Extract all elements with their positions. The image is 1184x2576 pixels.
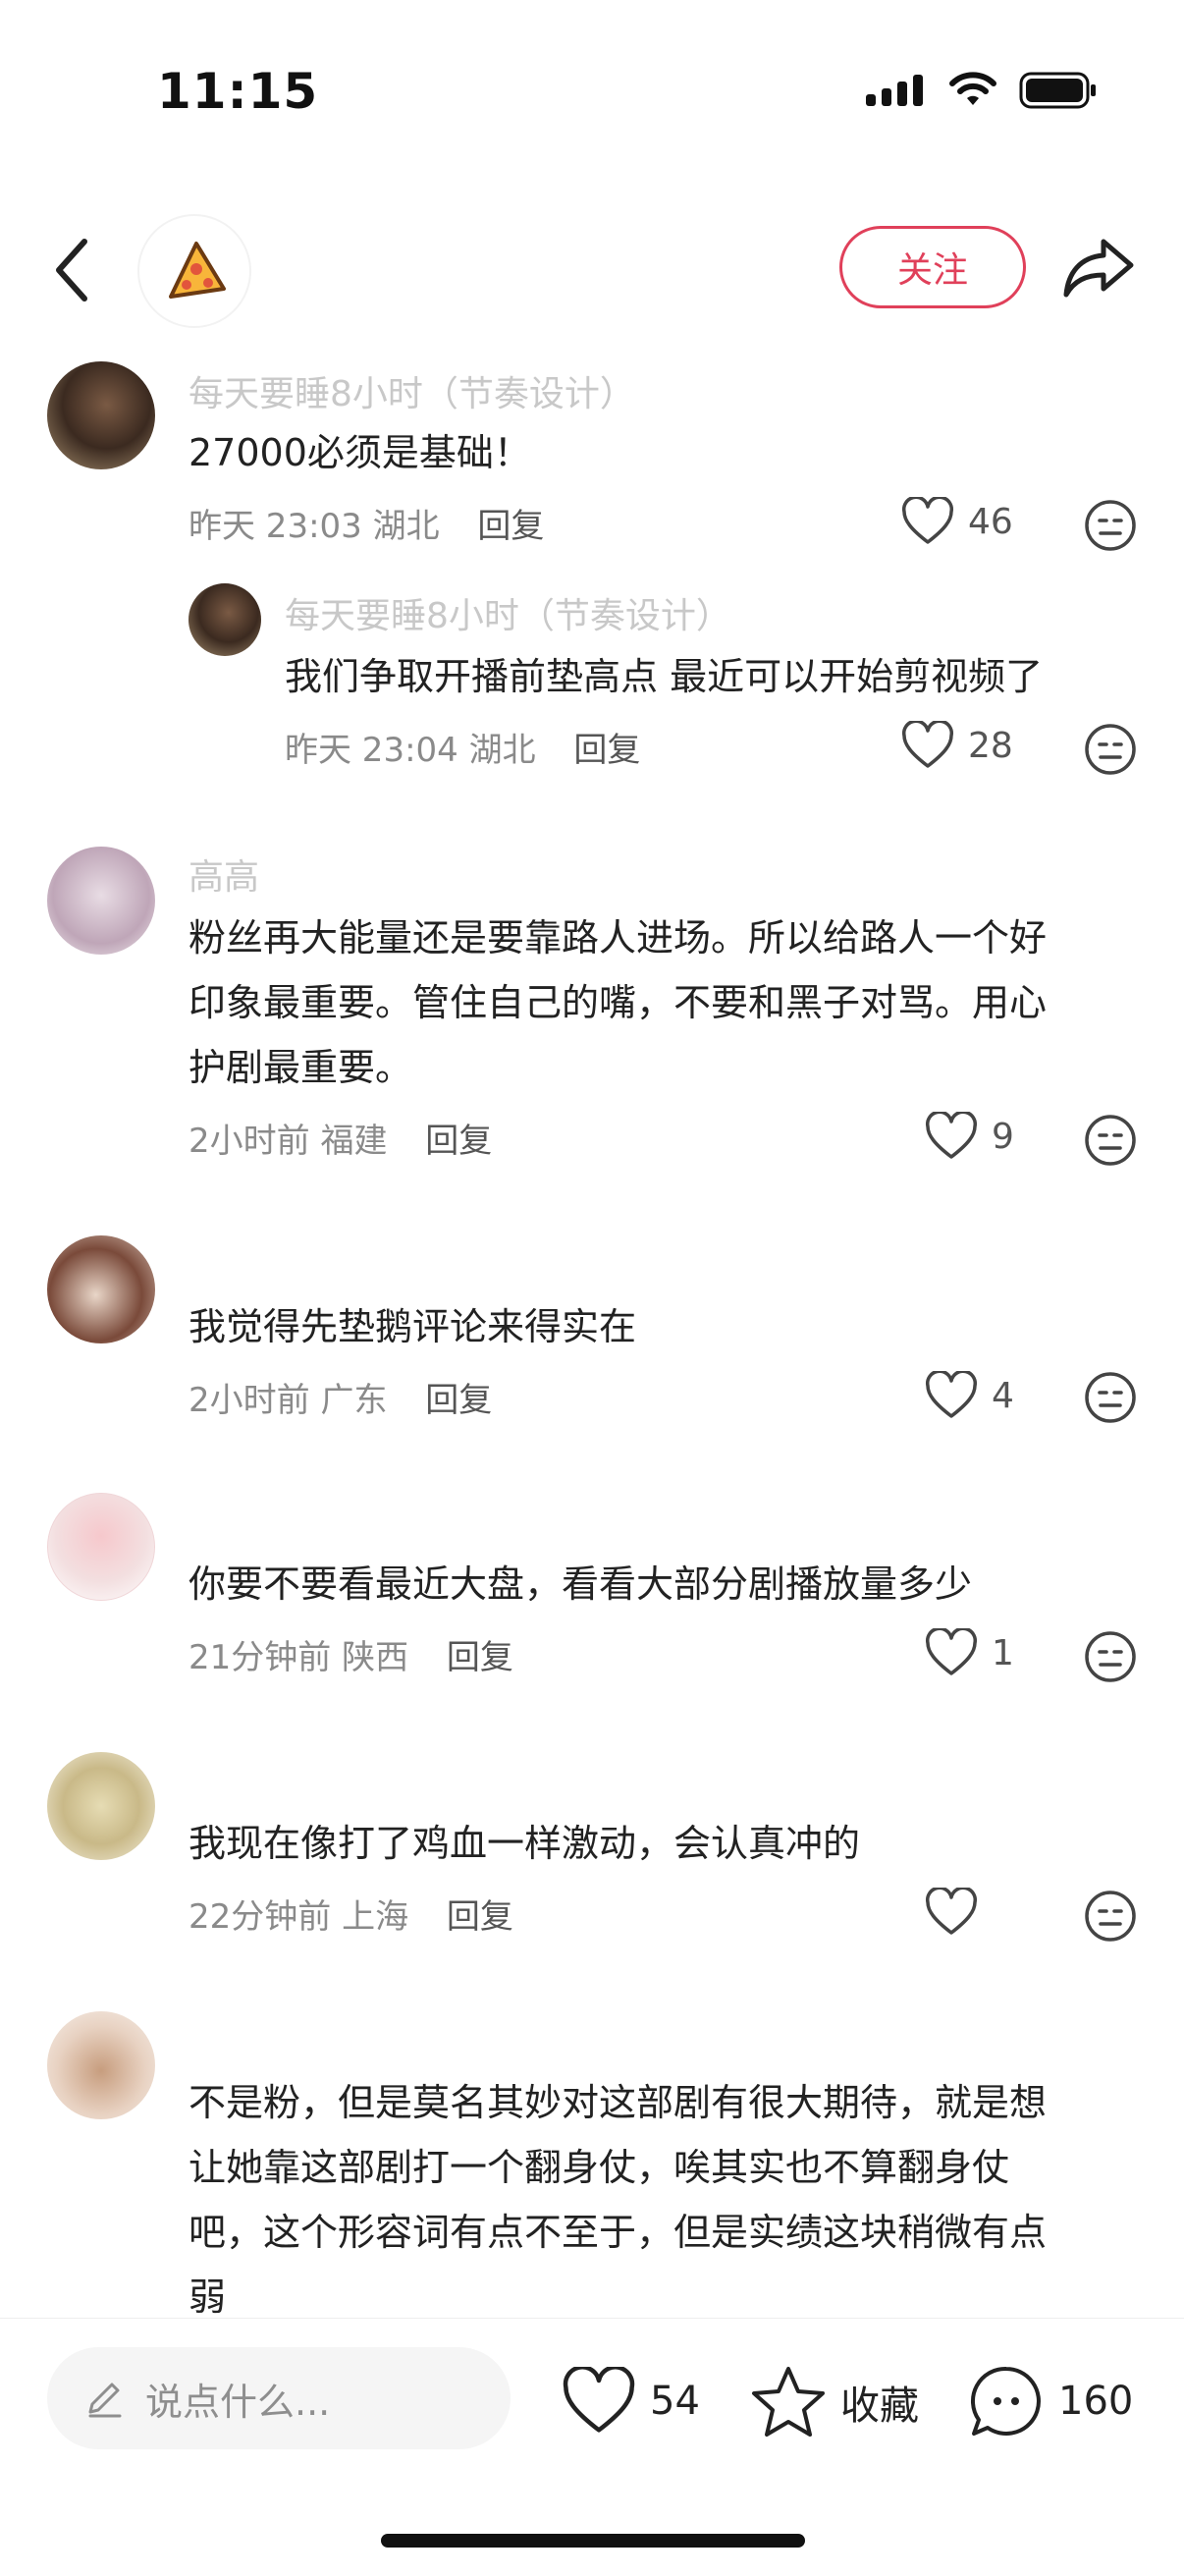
meh-face-icon[interactable] [1084, 499, 1137, 552]
post-like-count: 54 [650, 2379, 700, 2424]
heart-icon [926, 1112, 977, 1159]
avatar[interactable] [47, 1752, 155, 1860]
comment-meta: 昨天 23:03 湖北 回复 [188, 499, 544, 547]
comment-time: 昨天 23:03 [188, 507, 362, 546]
follow-button[interactable]: 关注 [839, 226, 1026, 308]
comment-meta: 2小时前 福建 回复 [188, 1114, 492, 1162]
reply-button[interactable]: 回复 [447, 1897, 513, 1937]
like-count: 46 [968, 501, 1013, 542]
like-button[interactable]: 46 [901, 497, 1013, 546]
heart-icon [902, 721, 953, 768]
comment-meta: 21分钟前 陕西 回复 [188, 1630, 513, 1678]
heart-icon [926, 1628, 977, 1675]
star-icon [752, 2367, 825, 2437]
like-button[interactable]: 9 [925, 1112, 1014, 1161]
comment-username[interactable]: 每天要睡8小时（节奏设计） [188, 365, 699, 416]
like-button[interactable]: 28 [901, 721, 1013, 770]
like-button[interactable]: 1 [925, 1628, 1014, 1677]
reply-button[interactable]: 回复 [447, 1638, 513, 1677]
comment-location: 湖北 [468, 731, 536, 770]
avatar[interactable] [47, 1235, 155, 1343]
avatar[interactable] [47, 2011, 155, 2119]
meh-face-icon[interactable] [1084, 1890, 1137, 1943]
comment-text-line: 不是粉，但是莫名其妙对这部剧有很大期待，就是想 [188, 2081, 1048, 2124]
comment-location: 上海 [342, 1897, 409, 1937]
reply-button[interactable]: 回复 [425, 1122, 492, 1161]
like-count: 4 [992, 1375, 1014, 1416]
meh-face-icon[interactable] [1084, 1371, 1137, 1424]
comment-location: 湖北 [372, 507, 440, 546]
heart-icon [926, 1371, 977, 1418]
heart-icon [926, 1888, 977, 1935]
like-post-button[interactable]: 54 [562, 2367, 700, 2436]
pencil-icon [88, 2383, 122, 2418]
back-chevron-icon[interactable] [51, 236, 90, 304]
comment-count: 160 [1058, 2379, 1134, 2424]
heart-icon [902, 497, 953, 544]
comment-input-placeholder: 说点什么... [145, 2380, 331, 2424]
comment-text-line: 让她靠这部剧打一个翻身仗，唉其实也不算翻身仗 [188, 2146, 1010, 2189]
favorite-label: 收藏 [840, 2384, 919, 2429]
comment-text-line: 护剧最重要。 [188, 1046, 413, 1089]
wifi-icon [949, 72, 996, 105]
like-button[interactable]: 4 [925, 1371, 1014, 1420]
comment-username[interactable]: 每天要睡8小时（节奏设计） [285, 587, 756, 638]
avatar[interactable] [47, 1493, 155, 1601]
comment-meta: 昨天 23:04 湖北 回复 [285, 723, 640, 771]
like-count: 28 [968, 725, 1013, 766]
comment-text: 27000必须是基础！ [188, 431, 531, 474]
reply-button[interactable]: 回复 [425, 1381, 492, 1420]
comment-meta: 22分钟前 上海 回复 [188, 1890, 513, 1938]
reply-button[interactable]: 回复 [477, 507, 544, 546]
status-time: 11:15 [157, 63, 319, 120]
comment-username[interactable]: 高高 [188, 849, 404, 900]
comment-time: 昨天 23:04 [285, 731, 458, 770]
comment-text: 不是粉，但是莫名其妙对这部剧有很大期待，就是想 让她靠这部剧打一个翻身仗，唉其实… [188, 2070, 1047, 2329]
comment-text-line: 粉丝再大能量还是要靠路人进场。所以给路人一个好 [188, 916, 1048, 959]
meh-face-icon[interactable] [1084, 1114, 1137, 1167]
comment-text-line: 吧，这个形容词有点不至于，但是实绩这块稍微有点 [188, 2211, 1048, 2254]
author-avatar[interactable] [137, 214, 251, 328]
comment-time: 22分钟前 [188, 1897, 332, 1937]
avatar[interactable] [47, 361, 155, 469]
comment-time: 21分钟前 [188, 1638, 332, 1677]
comment-text: 你要不要看最近大盘，看看大部分剧播放量多少 [188, 1562, 973, 1606]
comment-text-line: 印象最重要。管住自己的嘴，不要和黑子对骂。用心 [188, 981, 1048, 1024]
cellular-signal-icon [866, 75, 923, 106]
comment-text: 粉丝再大能量还是要靠路人进场。所以给路人一个好 印象最重要。管住自己的嘴，不要和… [188, 905, 1047, 1100]
pizza-avatar-icon [169, 242, 226, 299]
meh-face-icon[interactable] [1084, 1630, 1137, 1683]
reply-button[interactable]: 回复 [573, 731, 640, 770]
like-button[interactable] [925, 1888, 992, 1937]
chat-bubble-icon [971, 2366, 1041, 2436]
meh-face-icon[interactable] [1084, 723, 1137, 776]
comment-text: 我们争取开播前垫高点 最近可以开始剪视频了 [285, 655, 1044, 698]
heart-icon [563, 2367, 635, 2433]
home-indicator[interactable] [381, 2534, 805, 2548]
comment-text: 我觉得先垫鹅评论来得实在 [188, 1305, 637, 1348]
comment-input[interactable]: 说点什么... [47, 2347, 511, 2449]
comment-text: 我现在像打了鸡血一样激动，会认真冲的 [188, 1822, 861, 1865]
avatar[interactable] [188, 583, 261, 656]
battery-icon [1019, 72, 1096, 109]
avatar[interactable] [47, 847, 155, 955]
comment-time: 2小时前 [188, 1122, 310, 1161]
comment-location: 广东 [320, 1381, 388, 1420]
comments-button[interactable]: 160 [968, 2363, 1133, 2439]
like-count: 1 [992, 1632, 1014, 1673]
share-icon[interactable] [1060, 234, 1137, 302]
comment-location: 福建 [320, 1122, 388, 1161]
comment-time: 2小时前 [188, 1381, 310, 1420]
like-count: 9 [992, 1116, 1014, 1157]
status-icons [864, 71, 1098, 110]
comment-meta: 2小时前 广东 回复 [188, 1373, 492, 1421]
comment-location: 陕西 [342, 1638, 409, 1677]
favorite-button[interactable]: 收藏 [750, 2365, 919, 2439]
